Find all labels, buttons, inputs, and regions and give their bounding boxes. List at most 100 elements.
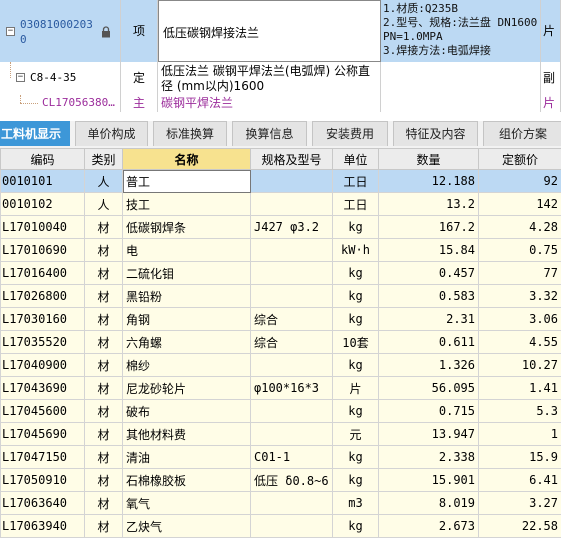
- cell-name[interactable]: 其他材料费: [122, 422, 251, 446]
- cell-spec[interactable]: [250, 238, 333, 262]
- cell-code[interactable]: L17040900: [0, 353, 85, 377]
- cell-unit[interactable]: kg: [332, 399, 379, 423]
- cell-quota-price[interactable]: 10.27: [478, 353, 561, 377]
- table-row[interactable]: L17045690 材其他材料费 元 13.947 1: [0, 422, 561, 446]
- cell-category[interactable]: 材: [84, 261, 123, 285]
- cell-quantity[interactable]: 2.31: [378, 307, 479, 331]
- cell-quota-price[interactable]: 5.3: [478, 399, 561, 423]
- col-header-code[interactable]: 编码: [0, 148, 85, 170]
- cell-category[interactable]: 材: [84, 422, 123, 446]
- cell-quantity[interactable]: 13.947: [378, 422, 479, 446]
- cell-quota-price[interactable]: 77: [478, 261, 561, 285]
- cell-unit[interactable]: kg: [332, 284, 379, 308]
- col-header-quota-price[interactable]: 定额价: [478, 148, 561, 170]
- cell-quota-price[interactable]: 15.9: [478, 445, 561, 469]
- tab-conversion-info[interactable]: 换算信息: [232, 121, 307, 146]
- cell-unit[interactable]: kg: [332, 468, 379, 492]
- cell-quota-price[interactable]: 0.75: [478, 238, 561, 262]
- table-row[interactable]: L17030160 材角钢 综合 kg 2.31 3.06: [0, 307, 561, 331]
- table-row[interactable]: L17045600 材破布 kg 0.715 5.3: [0, 399, 561, 423]
- tree-row-main-material[interactable]: CL17056380… 主 碳钢平焊法兰 片: [0, 95, 561, 112]
- collapse-toggle-icon[interactable]: −: [16, 73, 25, 82]
- col-header-name[interactable]: 名称: [122, 148, 251, 170]
- cell-code[interactable]: L17026800: [0, 284, 85, 308]
- cell-code[interactable]: L17010690: [0, 238, 85, 262]
- cell-category[interactable]: 材: [84, 468, 123, 492]
- cell-quantity[interactable]: 1.326: [378, 353, 479, 377]
- tab-labor-material[interactable]: 工料机显示: [0, 121, 70, 146]
- cell-spec[interactable]: 综合: [250, 307, 333, 331]
- cell-spec[interactable]: [250, 399, 333, 423]
- cell-quantity[interactable]: 167.2: [378, 215, 479, 239]
- cell-quantity[interactable]: 8.019: [378, 491, 479, 515]
- table-row[interactable]: L17016400 材二硫化钼 kg 0.457 77: [0, 261, 561, 285]
- cell-name[interactable]: 破布: [122, 399, 251, 423]
- cell-quantity[interactable]: 2.338: [378, 445, 479, 469]
- cell-category[interactable]: 材: [84, 445, 123, 469]
- cell-category[interactable]: 材: [84, 307, 123, 331]
- tree-row-quota[interactable]: − C8-4-35 定 低压法兰 碳钢平焊法兰(电弧焊) 公称直径 (mm以内)…: [0, 62, 561, 96]
- table-row[interactable]: L17063640 材氧气 m3 8.019 3.27: [0, 491, 561, 515]
- cell-unit[interactable]: m3: [332, 491, 379, 515]
- cell-code[interactable]: L17063940: [0, 514, 85, 538]
- cell-name[interactable]: 石棉橡胶板: [122, 468, 251, 492]
- cell-quota-price[interactable]: 4.55: [478, 330, 561, 354]
- cell-code[interactable]: L17043690: [0, 376, 85, 400]
- col-header-unit[interactable]: 单位: [332, 148, 379, 170]
- cell-spec[interactable]: [250, 514, 333, 538]
- cell-quota-price[interactable]: 3.06: [478, 307, 561, 331]
- cell-quantity[interactable]: 0.457: [378, 261, 479, 285]
- cell-quantity[interactable]: 56.095: [378, 376, 479, 400]
- cell-unit[interactable]: 10套: [332, 330, 379, 354]
- cell-unit[interactable]: kg: [332, 307, 379, 331]
- cell-category[interactable]: 材: [84, 330, 123, 354]
- cell-spec[interactable]: [250, 491, 333, 515]
- cell-name[interactable]: 氧气: [122, 491, 251, 515]
- table-row[interactable]: L17010040 材低碳钢焊条 J427 φ3.2 kg 167.2 4.28: [0, 215, 561, 239]
- cell-quota-price[interactable]: 1: [478, 422, 561, 446]
- cell-unit[interactable]: kg: [332, 353, 379, 377]
- col-header-category[interactable]: 类别: [84, 148, 123, 170]
- cell-quantity[interactable]: 2.673: [378, 514, 479, 538]
- cell-category[interactable]: 材: [84, 514, 123, 538]
- cell-unit[interactable]: 元: [332, 422, 379, 446]
- cell-code[interactable]: 0010101: [0, 169, 85, 193]
- tab-features-content[interactable]: 特征及内容: [393, 121, 478, 146]
- table-row[interactable]: L17026800 材黑铅粉 kg 0.583 3.32: [0, 284, 561, 308]
- cell-spec[interactable]: J427 φ3.2: [250, 215, 333, 239]
- tab-unit-price[interactable]: 单价构成: [75, 121, 148, 146]
- tab-standard-conversion[interactable]: 标准换算: [153, 121, 227, 146]
- col-header-quantity[interactable]: 数量: [378, 148, 479, 170]
- cell-name[interactable]: 清油: [122, 445, 251, 469]
- cell-name[interactable]: 黑铅粉: [122, 284, 251, 308]
- cell-unit[interactable]: kg: [332, 445, 379, 469]
- cell-quota-price[interactable]: 92: [478, 169, 561, 193]
- cell-category[interactable]: 材: [84, 491, 123, 515]
- cell-spec[interactable]: [250, 422, 333, 446]
- cell-code[interactable]: L17050910: [0, 468, 85, 492]
- cell-name[interactable]: 尼龙砂轮片: [122, 376, 251, 400]
- cell-quantity[interactable]: 0.611: [378, 330, 479, 354]
- table-row[interactable]: L17010690 材电 kW·h 15.84 0.75: [0, 238, 561, 262]
- cell-code[interactable]: L17010040: [0, 215, 85, 239]
- table-row[interactable]: 0010102 人技工 工日 13.2 142: [0, 192, 561, 216]
- cell-quantity[interactable]: 13.2: [378, 192, 479, 216]
- cell-spec[interactable]: [250, 353, 333, 377]
- cell-code[interactable]: L17063640: [0, 491, 85, 515]
- cell-category[interactable]: 人: [84, 192, 123, 216]
- cell-name[interactable]: 二硫化钼: [122, 261, 251, 285]
- cell-category[interactable]: 人: [84, 169, 123, 193]
- tab-install-fee[interactable]: 安装费用: [312, 121, 388, 146]
- cell-unit[interactable]: 工日: [332, 169, 379, 193]
- cell-quantity[interactable]: 12.188: [378, 169, 479, 193]
- cell-category[interactable]: 材: [84, 284, 123, 308]
- cell-name[interactable]: 低碳钢焊条: [122, 215, 251, 239]
- cell-spec[interactable]: [250, 261, 333, 285]
- cell-spec[interactable]: [250, 169, 333, 193]
- cell-category[interactable]: 材: [84, 353, 123, 377]
- cell-code[interactable]: L17045690: [0, 422, 85, 446]
- table-row[interactable]: L17050910 材石棉橡胶板 低压 δ0.8~6 kg 15.901 6.41: [0, 468, 561, 492]
- cell-unit[interactable]: kg: [332, 261, 379, 285]
- cell-name[interactable]: 棉纱: [122, 353, 251, 377]
- cell-quota-price[interactable]: 1.41: [478, 376, 561, 400]
